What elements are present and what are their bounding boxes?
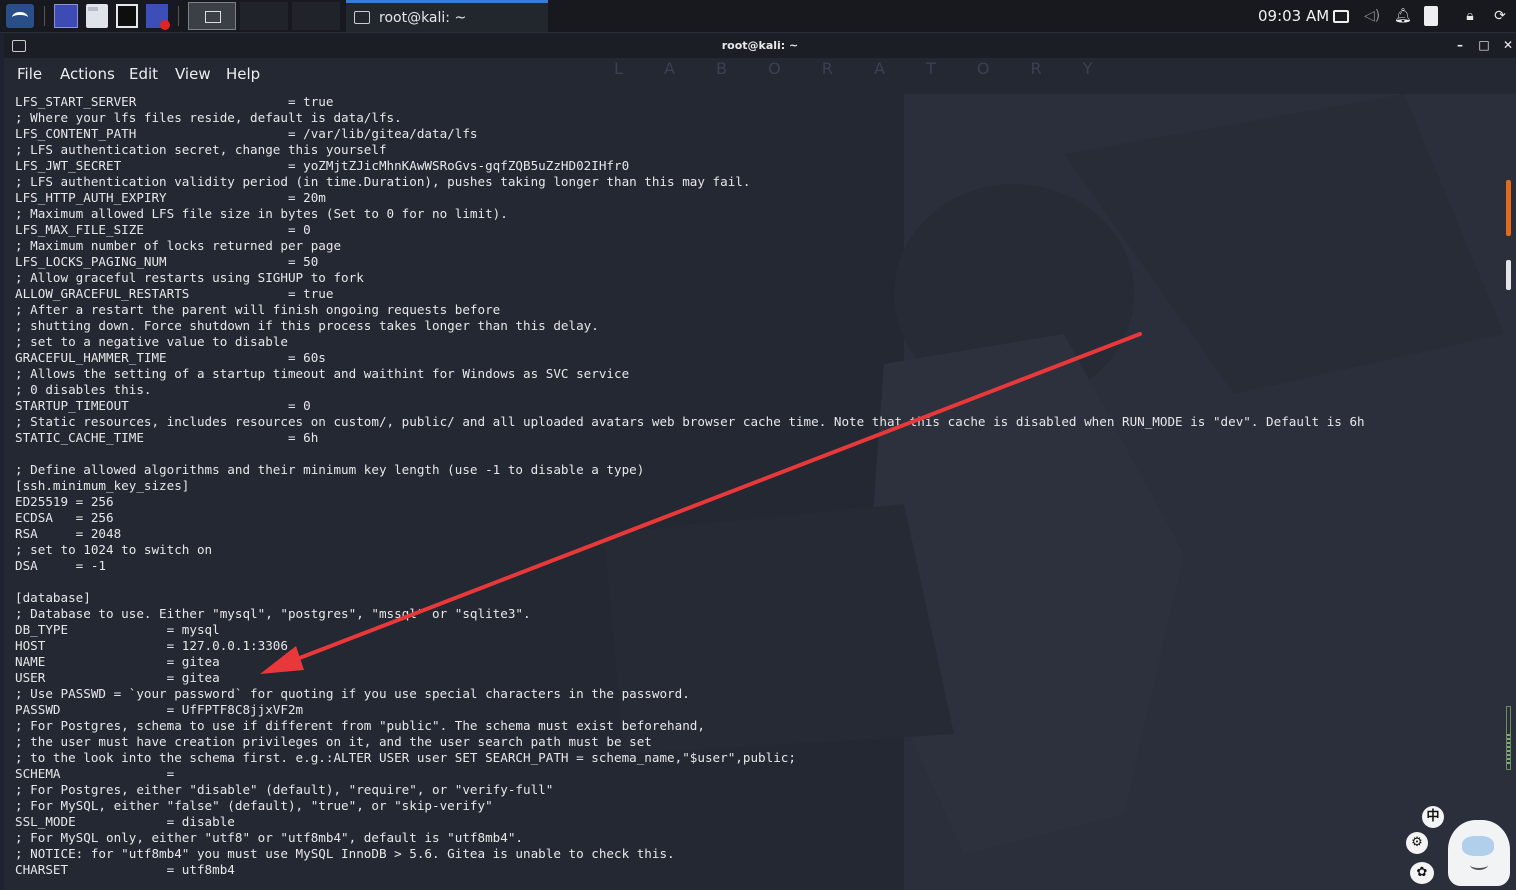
mascot-avatar[interactable] [1448, 820, 1510, 886]
terminal-line: ; Maximum number of locks returned per p… [15, 238, 342, 253]
terminal-line: LFS_LOCKS_PAGING_NUM = 50 [15, 254, 319, 269]
terminal-line: SCHEMA = [15, 766, 175, 781]
terminal-line: PASSWD = UfFPTF8C8jjxVF2m [15, 702, 304, 717]
clock[interactable]: 09:03 AM [1258, 7, 1329, 25]
terminal-line: GRACEFUL_HAMMER_TIME = 60s [15, 350, 326, 365]
input-method-indicator[interactable]: 中 [1422, 806, 1444, 828]
taskbar-terminal-task[interactable]: root@kali: ~ [346, 0, 548, 32]
terminal-line: ; For MySQL only, either "utf8" or "utf8… [15, 830, 523, 845]
terminal-line: ; Database to use. Either "mysql", "post… [15, 606, 531, 621]
scroll-position-marker [1506, 180, 1511, 236]
workspace-icon[interactable] [54, 4, 78, 28]
terminal-line: CHARSET = utf8mb4 [15, 862, 235, 877]
terminal-line: DB_TYPE = mysql [15, 622, 220, 637]
terminal-line: ; For Postgres, either "disable" (defaul… [15, 782, 554, 797]
terminal-line: ; LFS authentication secret, change this… [15, 142, 387, 157]
terminal-line: ALLOW_GRACEFUL_RESTARTS = true [15, 286, 334, 301]
terminal-line: ; to the look into the schema first. e.g… [15, 750, 796, 765]
menu-help[interactable]: Help [226, 65, 260, 83]
terminal-line: ; Allow graceful restarts using SIGHUP t… [15, 270, 364, 285]
minimize-button[interactable]: – [1452, 37, 1468, 53]
terminal-line: ; After a restart the parent will finish… [15, 302, 501, 317]
terminal-line: ; LFS authentication validity period (in… [15, 174, 751, 189]
terminal-window: L A B O R A T O R Y root@kali: ~ – □ ✕ F… [4, 34, 1516, 890]
terminal-line: [ssh.minimum_key_sizes] [15, 478, 190, 493]
terminal-line: [database] [15, 590, 91, 605]
workspace-switcher-1[interactable] [188, 2, 236, 30]
window-title: root@kali: ~ [721, 39, 799, 52]
terminal-line: STARTUP_TIMEOUT = 0 [15, 398, 311, 413]
terminal-window-icon [354, 11, 370, 24]
terminal-line: ; Static resources, includes resources o… [15, 414, 1365, 429]
kali-menu-icon[interactable] [6, 4, 34, 28]
file-manager-icon[interactable] [86, 4, 108, 28]
screenshot-icon[interactable] [146, 4, 170, 30]
window-title-bar[interactable]: root@kali: ~ – □ ✕ [4, 34, 1516, 58]
workspace-switcher-2[interactable] [240, 2, 288, 30]
terminal-line: ; Where your lfs files reside, default i… [15, 110, 402, 125]
terminal-icon[interactable] [116, 4, 138, 28]
terminal-line: ; For MySQL, either "false" (default), "… [15, 798, 493, 813]
panel-separator [44, 6, 45, 26]
terminal-line: LFS_START_SERVER = true [15, 94, 334, 109]
terminal-line: STATIC_CACHE_TIME = 6h [15, 430, 319, 445]
terminal-line: NAME = gitea [15, 654, 220, 669]
terminal-line: ; NOTICE: for "utf8mb4" you must use MyS… [15, 846, 675, 861]
terminal-line: ; the user must have creation privileges… [15, 734, 652, 749]
terminal-line: ECDSA = 256 [15, 510, 114, 525]
lock-icon[interactable]: 🔒︎ [1462, 8, 1478, 24]
terminal-line: ; set to a negative value to disable [15, 334, 288, 349]
refresh-icon[interactable]: ⟳ [1492, 8, 1508, 24]
terminal-line: ; Define allowed algorithms and their mi… [15, 462, 645, 477]
taskbar-task-title: root@kali: ~ [379, 9, 467, 26]
volume-icon[interactable]: ◁) [1364, 8, 1380, 24]
maximize-button[interactable]: □ [1476, 37, 1492, 53]
terminal-line: LFS_CONTENT_PATH = /var/lib/gitea/data/l… [15, 126, 478, 141]
workspace-switcher-3[interactable] [292, 2, 340, 30]
terminal-line: LFS_HTTP_AUTH_EXPIRY = 20m [15, 190, 326, 205]
scroll-indicator-fill [1507, 734, 1510, 764]
menu-file[interactable]: File [17, 65, 42, 83]
terminal-line: LFS_MAX_FILE_SIZE = 0 [15, 222, 311, 237]
battery-icon[interactable] [1424, 6, 1438, 26]
menu-bar: File Actions Edit View Help [4, 58, 1516, 88]
terminal-line: ; Use PASSWD = `your password` for quoti… [15, 686, 690, 701]
terminal-output[interactable]: LFS_START_SERVER = true; Where your lfs … [15, 94, 1495, 878]
terminal-line: ; Allows the setting of a startup timeou… [15, 366, 630, 381]
scrollbar-thumb[interactable] [1506, 260, 1511, 290]
paw-icon[interactable]: ✿ [1410, 862, 1434, 884]
panel-separator [178, 6, 179, 26]
terminal-line: DSA = -1 [15, 558, 106, 573]
terminal-line: LFS_JWT_SECRET = yoZMjtZJicMhnKAwWSRoGvs… [15, 158, 630, 173]
terminal-line: USER = gitea [15, 670, 220, 685]
terminal-line: SSL_MODE = disable [15, 814, 235, 829]
terminal-line: ; 0 disables this. [15, 382, 152, 397]
menu-actions[interactable]: Actions [60, 65, 115, 83]
menu-view[interactable]: View [175, 65, 211, 83]
display-icon[interactable] [1332, 8, 1349, 24]
menu-edit[interactable]: Edit [129, 65, 158, 83]
terminal-line: ; For Postgres, schema to use if differe… [15, 718, 705, 733]
terminal-line: ; shutting down. Force shutdown if this … [15, 318, 599, 333]
close-button[interactable]: ✕ [1500, 37, 1516, 53]
terminal-line: HOST = 127.0.0.1:3306 [15, 638, 288, 653]
terminal-line: RSA = 2048 [15, 526, 122, 541]
notification-bell-icon[interactable]: 🔔︎ [1394, 8, 1412, 24]
top-panel: root@kali: ~ 09:03 AM ◁) 🔔︎ 🔒︎ ⟳ [0, 0, 1516, 33]
gear-icon[interactable]: ⚙ [1406, 832, 1428, 854]
terminal-line: ; Maximum allowed LFS file size in bytes… [15, 206, 508, 221]
terminal-line: ED25519 = 256 [15, 494, 114, 509]
terminal-line: ; set to 1024 to switch on [15, 542, 213, 557]
